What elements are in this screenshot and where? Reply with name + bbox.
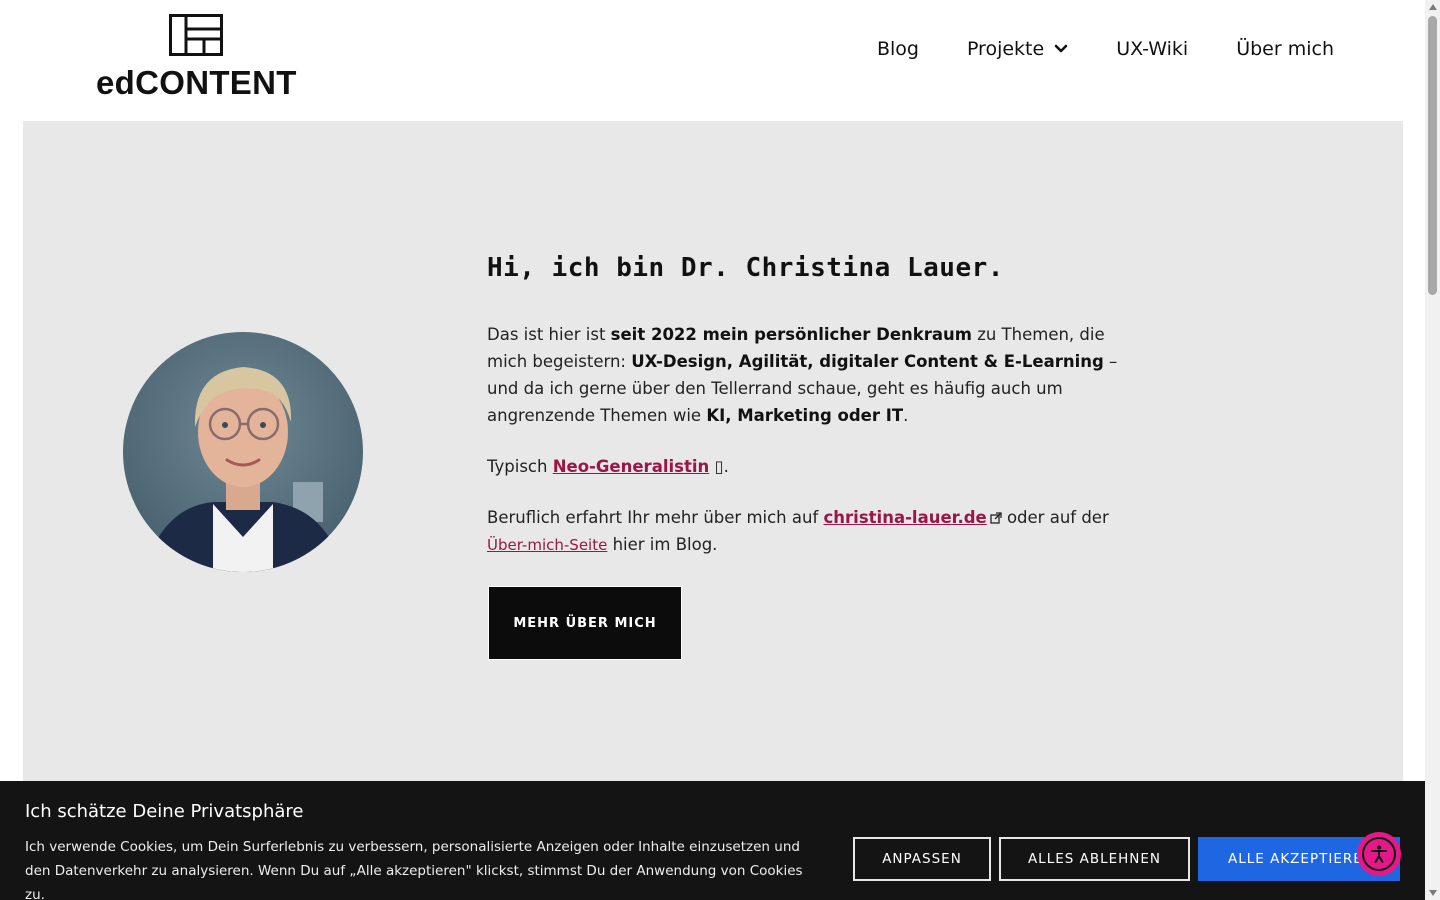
- site-header: edCONTENT Blog Projekte UX-Wiki Über mic…: [0, 0, 1425, 121]
- customize-button[interactable]: ANPASSEN: [853, 837, 991, 881]
- main-nav: Blog Projekte UX-Wiki Über mich: [877, 38, 1334, 60]
- career-text: hier im Blog.: [607, 535, 718, 554]
- nav-label: Blog: [876, 38, 919, 60]
- accessibility-button[interactable]: [1357, 832, 1401, 876]
- accessibility-icon: [1371, 845, 1387, 863]
- christina-lauer-link[interactable]: christina-lauer.de: [824, 508, 987, 527]
- logo-mark-icon: [169, 14, 223, 56]
- typical-text: Typisch: [487, 457, 553, 476]
- intro-highlight: KI, Marketing oder IT: [706, 406, 904, 425]
- external-link-icon: [990, 512, 1002, 524]
- avatar: [123, 332, 363, 572]
- nav-item-projekte[interactable]: Projekte: [967, 38, 1068, 60]
- scroll-down-icon[interactable]: [1429, 890, 1437, 896]
- hero-section: Hi, ich bin Dr. Christina Lauer. Das ist…: [23, 121, 1403, 801]
- page-scrollbar[interactable]: [1425, 0, 1440, 900]
- intro-highlight: seit 2022 mein persönlicher Denkraum: [610, 325, 972, 344]
- chevron-down-icon[interactable]: [1054, 44, 1068, 54]
- scroll-thumb[interactable]: [1428, 16, 1437, 295]
- career-text: oder auf der: [1001, 508, 1109, 527]
- reject-all-button[interactable]: ALLES ABLEHNEN: [999, 837, 1190, 881]
- cookie-title: Ich schätze Deine Privatsphäre: [25, 801, 304, 822]
- site-logo[interactable]: edCONTENT: [96, 14, 301, 104]
- page-title: Hi, ich bin Dr. Christina Lauer.: [487, 253, 1004, 283]
- career-paragraph: Beruflich erfahrt Ihr mehr über mich auf…: [487, 504, 1127, 559]
- neo-generalistin-link[interactable]: Neo-Generalistin: [553, 457, 710, 476]
- intro-highlight: UX-Design, Agilität, digitaler Content &…: [631, 352, 1104, 371]
- ueber-mich-seite-link[interactable]: Über-mich-Seite: [487, 536, 607, 554]
- cookie-text: Ich verwende Cookies, um Dein Surferlebn…: [25, 839, 803, 900]
- nav-label: Projekte: [966, 38, 1045, 60]
- accessibility-ring: [1362, 837, 1396, 871]
- typical-text: ▯.: [709, 457, 729, 476]
- scroll-up-icon[interactable]: [1429, 4, 1437, 10]
- intro-text: Das ist hier ist: [487, 325, 611, 344]
- intro-paragraph: Das ist hier ist seit 2022 mein persönli…: [487, 321, 1127, 429]
- nav-label: Über mich: [1236, 38, 1334, 60]
- portrait-image: [123, 332, 363, 572]
- logo-text: edCONTENT: [96, 64, 297, 101]
- nav-item-blog[interactable]: Blog: [877, 38, 919, 60]
- mehr-ueber-mich-button[interactable]: MEHR ÜBER MICH: [488, 586, 682, 660]
- nav-item-ux-wiki[interactable]: UX-Wiki: [1116, 38, 1188, 60]
- nav-label: UX-Wiki: [1116, 38, 1189, 60]
- cookie-banner: Ich schätze Deine Privatsphäre Ich verwe…: [0, 781, 1425, 900]
- career-text: Beruflich erfahrt Ihr mehr über mich auf: [487, 508, 824, 527]
- typical-paragraph: Typisch Neo-Generalistin ▯.: [487, 453, 1127, 480]
- nav-item-ueber-mich[interactable]: Über mich: [1236, 38, 1334, 60]
- hero-content: Hi, ich bin Dr. Christina Lauer. Das ist…: [487, 253, 1127, 559]
- intro-text: .: [903, 406, 909, 425]
